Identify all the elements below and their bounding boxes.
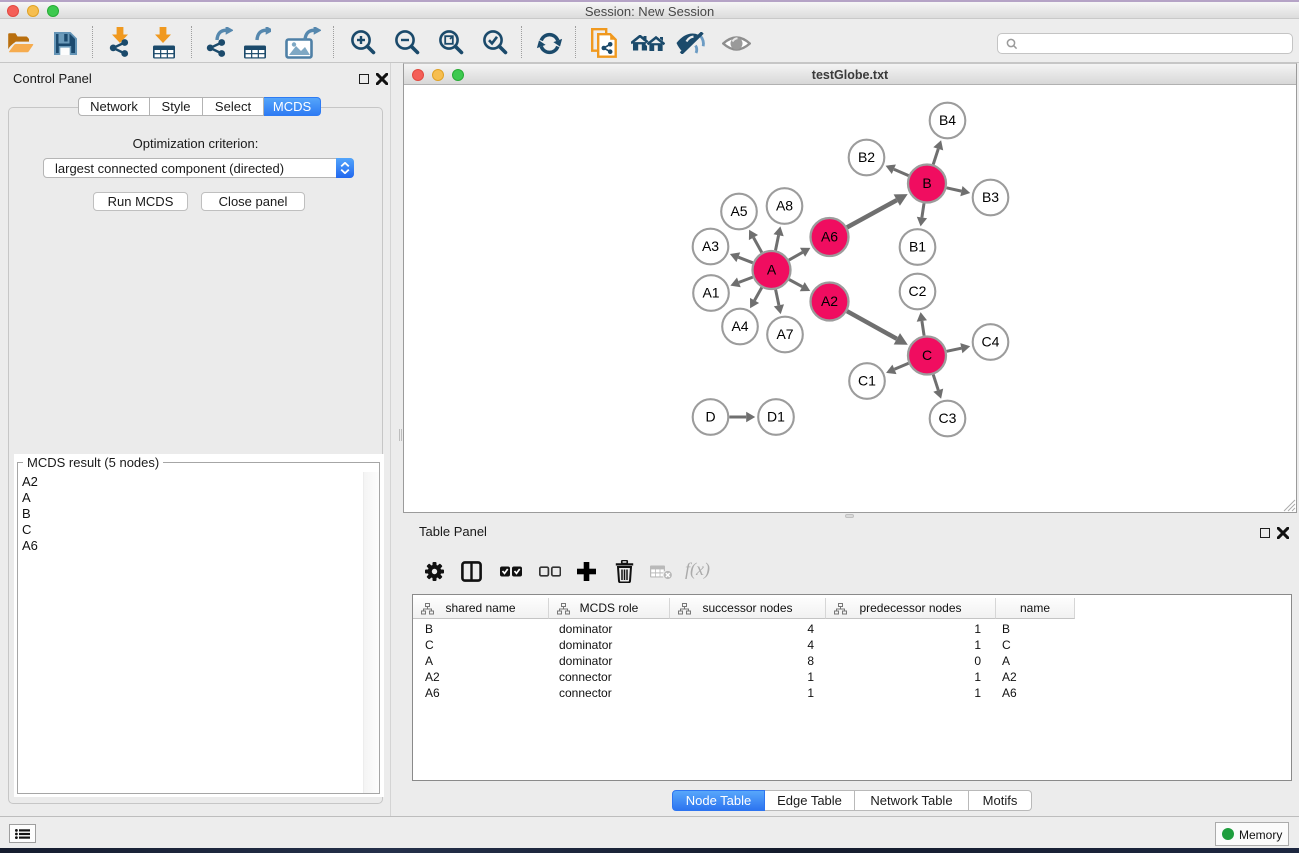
svg-text:D: D — [705, 409, 715, 425]
svg-text:A5: A5 — [730, 203, 747, 219]
svg-text:C2: C2 — [909, 283, 927, 299]
svg-text:A2: A2 — [821, 293, 838, 309]
svg-text:B3: B3 — [982, 189, 999, 205]
svg-text:B: B — [922, 175, 931, 191]
svg-text:C3: C3 — [939, 410, 957, 426]
svg-text:D1: D1 — [767, 409, 785, 425]
svg-text:C4: C4 — [982, 334, 1000, 350]
svg-text:C: C — [922, 347, 932, 363]
svg-text:A3: A3 — [702, 238, 719, 254]
svg-text:A: A — [767, 262, 777, 278]
svg-text:B2: B2 — [858, 149, 875, 165]
svg-text:A7: A7 — [776, 326, 793, 342]
svg-text:A1: A1 — [702, 285, 719, 301]
svg-text:C1: C1 — [858, 373, 876, 389]
svg-text:B4: B4 — [939, 112, 956, 128]
svg-text:A8: A8 — [776, 198, 793, 214]
svg-text:B1: B1 — [909, 239, 926, 255]
svg-text:A6: A6 — [821, 229, 838, 245]
svg-text:A4: A4 — [731, 318, 748, 334]
